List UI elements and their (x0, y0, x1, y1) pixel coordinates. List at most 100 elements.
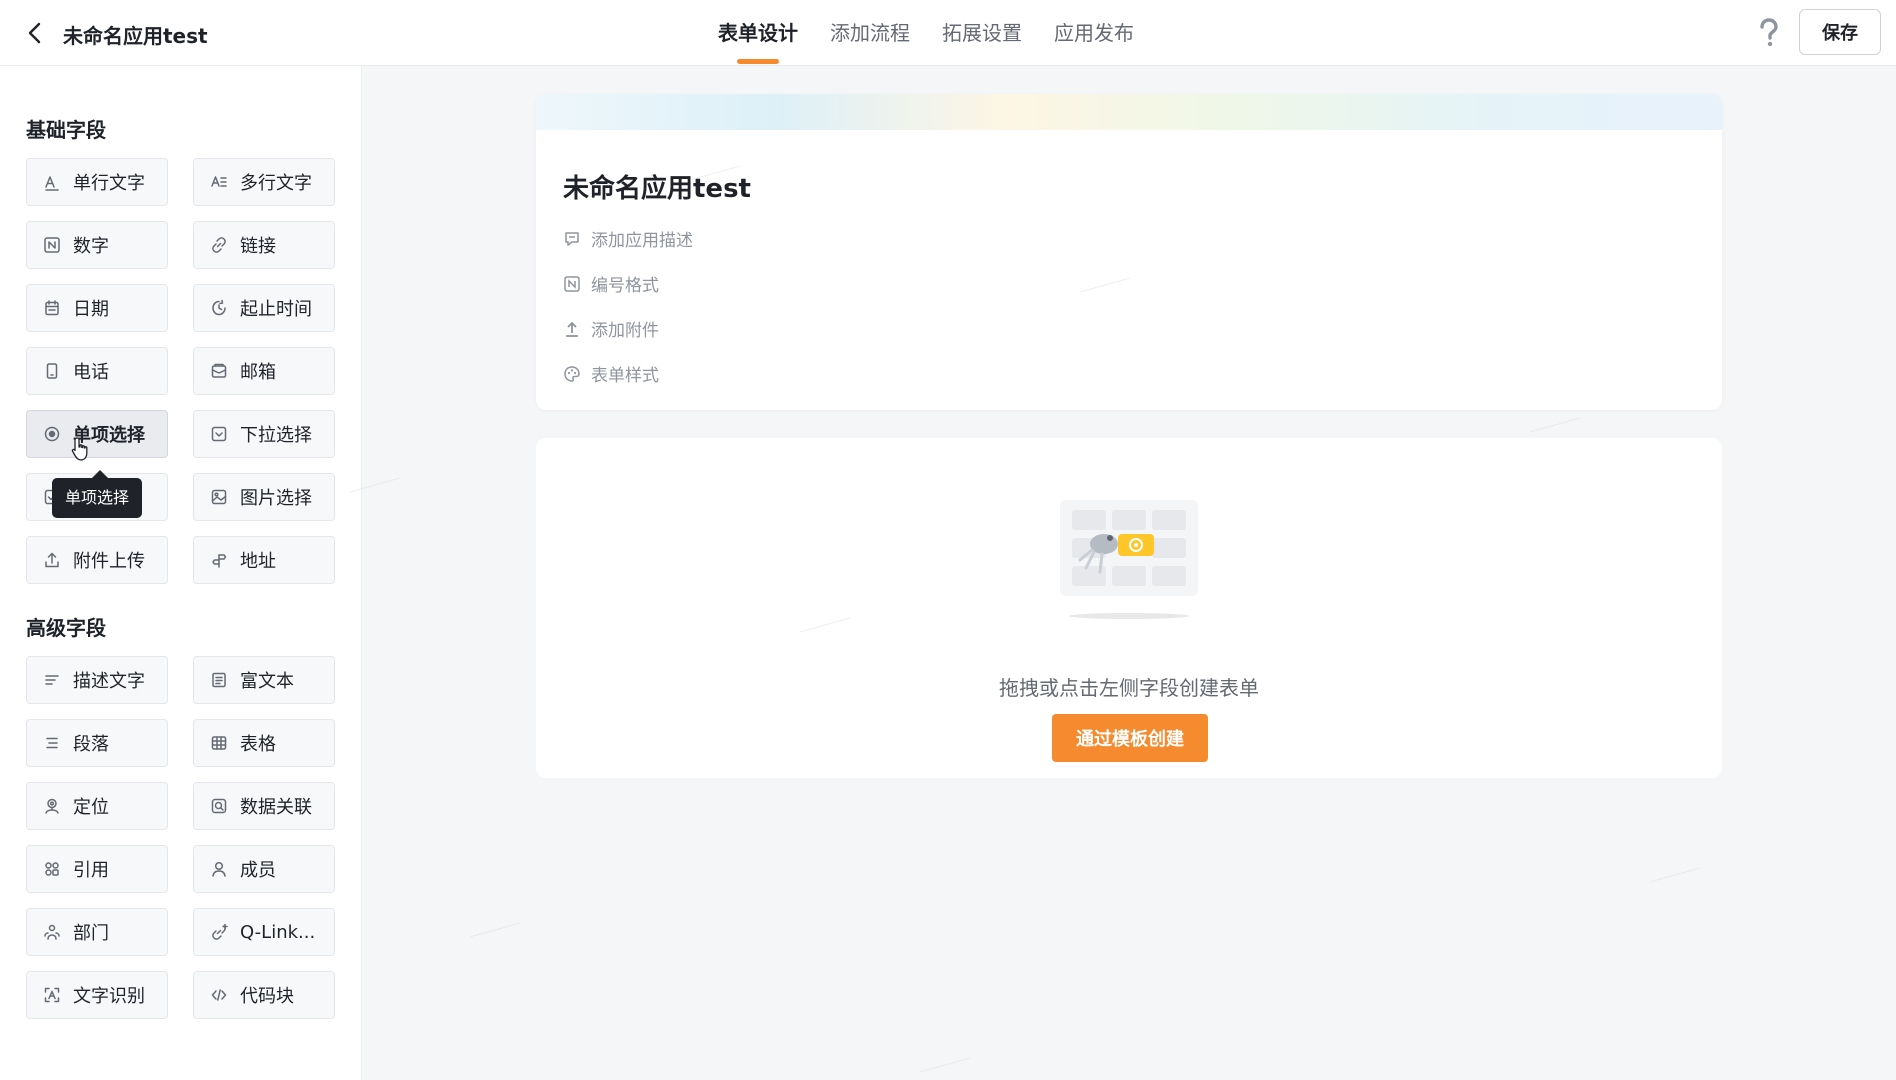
field-label: 邮箱 (240, 362, 276, 383)
palette-icon (564, 365, 580, 382)
number-icon (44, 237, 60, 253)
image-icon (211, 489, 227, 505)
single-line-text-icon (45, 176, 59, 191)
field-table-button[interactable]: 表格 (193, 719, 335, 767)
advanced-fields-title: 高级字段 (26, 616, 106, 640)
field-label: 成员 (240, 860, 276, 881)
radio-icon (44, 426, 60, 442)
field-label: 数字 (73, 236, 109, 257)
field-label: 代码块 (240, 986, 294, 1007)
field-image-button[interactable]: 图片选择 (193, 473, 335, 521)
empty-form-illustration (1060, 500, 1198, 619)
tab-app-publish[interactable]: 应用发布 (1054, 0, 1134, 66)
top-bar: 未命名应用test 表单设计 添加流程 拓展设置 应用发布 保存 (0, 0, 1896, 66)
watermark (919, 1057, 971, 1073)
create-from-template-button[interactable]: 通过模板创建 (1052, 714, 1208, 762)
table-icon (211, 736, 227, 750)
attachment-upload-icon (566, 321, 578, 337)
back-arrow-icon[interactable] (20, 18, 50, 48)
field-label: 下拉选择 (240, 425, 312, 446)
field-label: 表格 (240, 734, 276, 755)
form-canvas[interactable]: 拖拽或点击左侧字段创建表单 通过模板创建 (536, 438, 1722, 778)
field-department-button[interactable]: 部门 (26, 908, 168, 956)
form-banner (536, 94, 1722, 130)
serial-number-format[interactable]: 编号格式 (563, 271, 659, 296)
form-header-card: 未命名应用test 添加应用描述 编号格式 添加附件 表单样式 (536, 94, 1722, 410)
multi-line-text-icon (211, 176, 227, 187)
field-label: 定位 (73, 797, 109, 818)
q-link-icon (212, 923, 228, 940)
rich-text-icon (212, 672, 226, 688)
form-style[interactable]: 表单样式 (563, 361, 659, 386)
tab-form-design[interactable]: 表单设计 (718, 0, 798, 66)
field-q-link-button[interactable]: Q-Link... (193, 908, 335, 956)
field-label: 单行文字 (73, 173, 145, 194)
location-icon (45, 798, 59, 814)
field-sidebar: 基础字段 高级字段 单行文字 多行文字数字 链接日期 起止时间电话 邮箱单项选择 下拉选择… (0, 66, 362, 1080)
save-button[interactable]: 保存 (1799, 9, 1881, 55)
field-address-button[interactable]: 地址 (193, 536, 335, 584)
field-upload-button[interactable]: 附件上传 (26, 536, 168, 584)
empty-canvas-hint: 拖拽或点击左侧字段创建表单 (999, 676, 1259, 700)
field-label: 日期 (73, 299, 109, 320)
watermark (1529, 417, 1581, 433)
address-icon (212, 554, 227, 568)
field-dropdown-button[interactable]: 下拉选择 (193, 410, 335, 458)
field-tooltip: 单项选择 (52, 470, 142, 518)
description-icon (45, 675, 59, 685)
field-radio-button[interactable]: 单项选择 (26, 410, 168, 458)
field-calendar-button[interactable]: 日期 (26, 284, 168, 332)
field-text-recognition-button[interactable]: 文字识别 (26, 971, 168, 1019)
department-icon (44, 924, 60, 940)
form-title[interactable]: 未命名应用test (563, 168, 751, 205)
field-label: 多行文字 (240, 173, 312, 194)
meta-label: 表单样式 (591, 366, 659, 386)
field-reference-button[interactable]: 引用 (26, 845, 168, 893)
watermark (1649, 867, 1701, 883)
field-label: 附件上传 (73, 551, 145, 572)
field-single-line-text-button[interactable]: 单行文字 (26, 158, 168, 206)
field-member-button[interactable]: 成员 (193, 845, 335, 893)
field-paragraph-button[interactable]: 段落 (26, 719, 168, 767)
field-multi-line-text-button[interactable]: 多行文字 (193, 158, 335, 206)
field-label: 地址 (240, 551, 276, 572)
field-rich-text-button[interactable]: 富文本 (193, 656, 335, 704)
field-label: 引用 (73, 860, 109, 881)
dropdown-icon (211, 426, 227, 442)
field-data-link-button[interactable]: 数据关联 (193, 782, 335, 830)
field-link-button[interactable]: 链接 (193, 221, 335, 269)
meta-label: 添加应用描述 (591, 231, 693, 251)
add-attachment[interactable]: 添加附件 (563, 316, 659, 341)
field-label: 段落 (73, 734, 109, 755)
meta-label: 添加附件 (591, 321, 659, 341)
field-label: 文字识别 (73, 986, 145, 1007)
field-label: 起止时间 (240, 299, 312, 320)
comment-icon (565, 231, 579, 246)
calendar-icon (45, 300, 59, 316)
field-description-button[interactable]: 描述文字 (26, 656, 168, 704)
add-description[interactable]: 添加应用描述 (563, 226, 693, 251)
text-recognition-icon (44, 987, 60, 1003)
basic-fields-title: 基础字段 (26, 118, 106, 142)
tab-extension-settings[interactable]: 拓展设置 (942, 0, 1022, 66)
mail-icon (211, 363, 227, 378)
serial-number-icon (564, 275, 580, 292)
main-tabs: 表单设计 添加流程 拓展设置 应用发布 (718, 0, 1166, 66)
app-title: 未命名应用test (63, 24, 208, 48)
tab-add-process[interactable]: 添加流程 (830, 0, 910, 66)
paragraph-icon (46, 737, 58, 749)
field-code-block-button[interactable]: 代码块 (193, 971, 335, 1019)
field-location-button[interactable]: 定位 (26, 782, 168, 830)
field-label: 数据关联 (240, 797, 312, 818)
reference-icon (45, 862, 59, 876)
help-icon[interactable] (1756, 18, 1782, 48)
upload-icon (45, 552, 59, 568)
phone-icon (46, 363, 58, 379)
field-number-button[interactable]: 数字 (26, 221, 168, 269)
member-icon (212, 861, 226, 877)
code-block-icon (211, 989, 227, 1001)
field-mail-button[interactable]: 邮箱 (193, 347, 335, 395)
field-time-range-button[interactable]: 起止时间 (193, 284, 335, 332)
field-phone-button[interactable]: 电话 (26, 347, 168, 395)
meta-label: 编号格式 (591, 276, 659, 296)
